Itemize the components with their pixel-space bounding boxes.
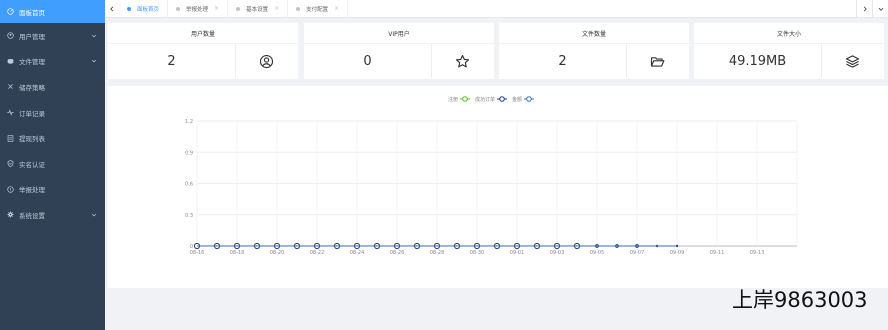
sidebar-item-4[interactable]: 订单记录 <box>0 100 105 126</box>
stat-card-3: 文件大小 49.19MB <box>694 23 884 79</box>
storage-icon <box>6 82 15 91</box>
list-icon <box>6 134 15 143</box>
close-icon[interactable]: × <box>214 5 219 12</box>
sidebar-item-5[interactable]: 提现列表 <box>0 125 105 151</box>
sidebar-item-label: 储存策略 <box>19 83 45 92</box>
chart-x-tick-label: 09-05 <box>590 250 605 256</box>
alert-icon <box>6 185 15 194</box>
chart-legend-label: 成功订单 <box>475 96 495 103</box>
chart-x-tick-label: 08-20 <box>270 250 285 256</box>
gear-icon <box>6 210 15 219</box>
sidebar-item-label: 实名认证 <box>19 160 45 169</box>
stat-card-2: 文件数量 2 <box>499 23 689 79</box>
user-circle-icon <box>235 44 298 78</box>
stats-line-chart: 00.30.60.91.208-16 08-18 08-20 08-22 08-24 08… <box>185 96 798 256</box>
chart-legend-label: 注册 <box>448 96 458 103</box>
chart-x-tick-label: 09-13 <box>750 250 765 256</box>
sidebar-item-6[interactable]: 实名认证 <box>0 151 105 177</box>
chart-y-tick-label: 0.3 <box>185 213 193 219</box>
sidebar-item-label: 用户管理 <box>19 32 45 41</box>
watermark-text: 上岸9863003 <box>732 288 868 312</box>
tab-status-dot <box>236 6 241 11</box>
sidebar-item-2[interactable]: 文件管理 <box>0 49 105 75</box>
folder-icon <box>6 57 15 66</box>
sidebar-item-label: 举报处理 <box>19 186 45 195</box>
stat-card-value: 49.19MB <box>728 54 787 69</box>
chart-x-tick-label: 08-22 <box>310 250 325 256</box>
star-icon <box>431 44 494 78</box>
close-icon[interactable]: × <box>334 5 339 12</box>
folder-open-icon <box>626 44 689 78</box>
sidebar-item-label: 面板首页 <box>19 8 45 17</box>
chart-x-tick-label: 08-16 <box>190 250 205 256</box>
tab-status-dot <box>127 6 131 11</box>
close-icon[interactable]: × <box>274 5 279 12</box>
chart-x-tick-label: 08-30 <box>470 250 485 256</box>
tab-label: 面板首页 <box>137 6 160 13</box>
tab-bar: 面板首页 举报处理 × 基本设置 × 支付配置 × <box>105 0 888 18</box>
chart-legend-swatch-dot <box>526 96 532 102</box>
tab-scroll-left-button[interactable] <box>105 0 119 18</box>
chart-legend-swatch-dot <box>499 96 505 102</box>
stats-chart-panel: 0 0.3 0.6 0.9 1.2 08-16 08-18 08-20 08-22 08-24 08… <box>108 86 888 288</box>
tab-0[interactable]: 面板首页 <box>119 0 169 18</box>
tab-menu-button[interactable] <box>872 0 888 18</box>
chevron-down-icon <box>878 7 883 11</box>
dashboard-icon <box>6 7 15 16</box>
chart-y-tick-label: 0.6 <box>185 182 193 188</box>
tab-status-dot <box>176 6 181 11</box>
sidebar-item-label: 文件管理 <box>19 58 45 67</box>
chart-y-tick-label: 1.2 <box>185 119 193 125</box>
sidebar-item-7[interactable]: 举报处理 <box>0 177 105 203</box>
chart-x-tick-label: 09-09 <box>670 250 685 256</box>
chart-legend-swatch-dot <box>462 96 468 102</box>
chart-x-tick-label: 09-07 <box>630 250 645 256</box>
sidebar-item-1[interactable]: 用户管理 <box>0 23 105 49</box>
chevron-down-icon <box>91 33 97 39</box>
stat-card-title: 文件大小 <box>776 31 801 38</box>
chevron-down-icon <box>91 212 97 218</box>
stat-card-title: 用户数量 <box>190 31 215 38</box>
user-icon <box>6 31 15 40</box>
tab-label: 基本设置 <box>246 6 269 13</box>
tab-status-dot <box>296 6 301 11</box>
sidebar-item-0[interactable]: 面板首页 <box>0 0 105 23</box>
tab-1[interactable]: 举报处理 × <box>168 0 229 18</box>
chart-x-tick-label: 09-03 <box>550 250 565 256</box>
chart-x-tick-label: 09-01 <box>510 250 525 256</box>
stat-card-value: 2 <box>558 54 567 69</box>
chevron-down-icon <box>91 58 97 64</box>
sidebar: 面板首页用户管理文件管理储存策略订单记录提现列表实名认证举报处理系统设置 <box>0 0 105 330</box>
sidebar-item-3[interactable]: 储存策略 <box>0 74 105 100</box>
pulse-icon <box>6 108 15 117</box>
shield-icon <box>6 159 15 168</box>
sidebar-item-label: 提现列表 <box>19 135 45 144</box>
stat-card-title: VIP用户 <box>388 31 410 38</box>
tab-2[interactable]: 基本设置 × <box>228 0 289 18</box>
chart-x-tick-label: 08-18 <box>230 250 245 256</box>
stat-card-1: VIP用户 0 <box>304 23 494 79</box>
tab-label: 举报处理 <box>186 6 209 13</box>
tab-scroll-right-button[interactable] <box>856 0 872 18</box>
chart-legend-label: 金额 <box>512 96 522 103</box>
stat-card-value: 2 <box>167 54 176 69</box>
layers-icon <box>821 44 884 78</box>
stat-card-title: 文件数量 <box>581 31 606 38</box>
chart-x-tick-label: 09-11 <box>710 250 725 256</box>
chevron-right-icon <box>863 6 867 11</box>
sidebar-item-8[interactable]: 系统设置 <box>0 202 105 228</box>
chart-x-tick-label: 08-28 <box>430 250 445 256</box>
chart-x-tick-label: 08-26 <box>390 250 405 256</box>
tab-label: 支付配置 <box>306 6 329 13</box>
tab-3[interactable]: 支付配置 × <box>288 0 349 18</box>
chart-y-tick-label: 0.9 <box>185 150 193 156</box>
sidebar-item-label: 订单记录 <box>19 109 45 118</box>
chart-x-tick-label: 08-24 <box>350 250 365 256</box>
stat-card-0: 用户数量 2 <box>108 23 298 79</box>
sidebar-item-label: 系统设置 <box>19 211 45 220</box>
chevron-left-icon <box>110 6 114 11</box>
stat-card-value: 0 <box>363 54 372 69</box>
